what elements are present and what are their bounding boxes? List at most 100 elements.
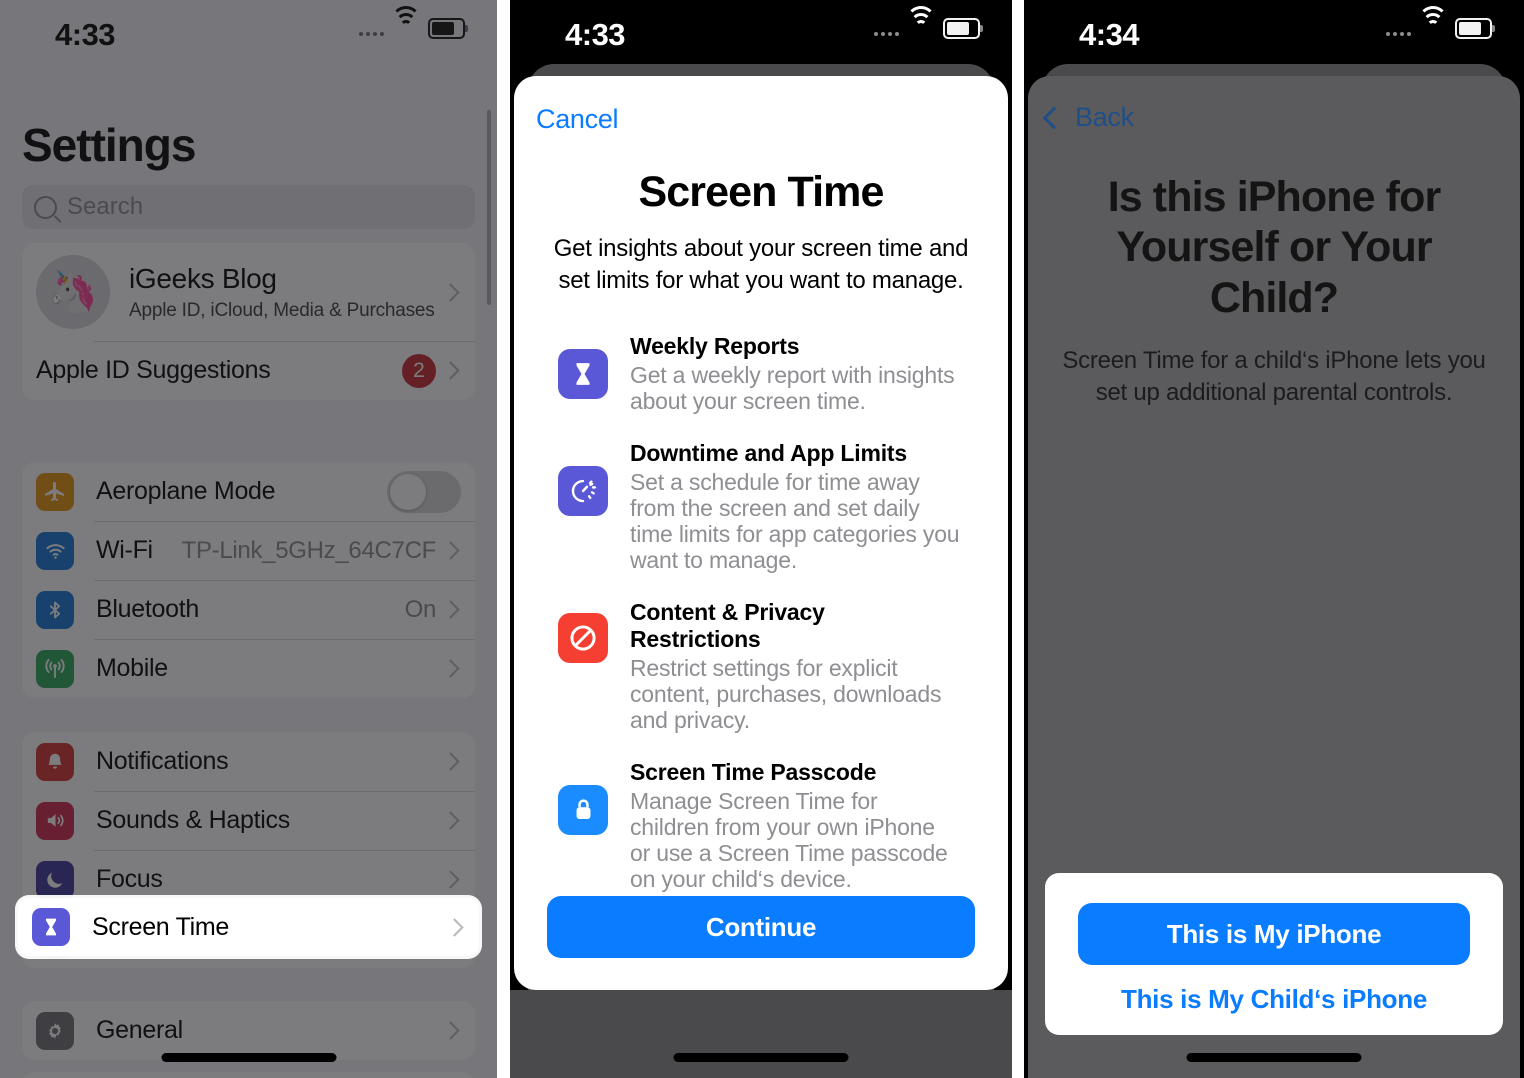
home-indicator [1186, 1053, 1362, 1062]
back-button[interactable]: Back [1042, 102, 1134, 133]
connectivity-group: Aeroplane Mode Wi-Fi TP-Link_5GHz_64C7CF… [22, 462, 475, 698]
bluetooth-icon [36, 590, 74, 629]
speaker-icon [36, 801, 74, 840]
feature-title: Downtime and App Limits [630, 439, 907, 466]
cancel-button[interactable]: Cancel [536, 104, 619, 135]
battery-icon [428, 18, 468, 39]
hourglass-icon [32, 908, 70, 946]
moon-icon [36, 860, 74, 899]
unicorn-avatar: 🦄 [48, 270, 98, 314]
sidebar-item-label: Bluetooth [96, 595, 199, 623]
sidebar-item-label: Mobile [96, 654, 168, 682]
feature-body: Get a weekly report with insights about … [630, 361, 955, 414]
apple-id-suggestions-row[interactable]: Apple ID Suggestions 2 [22, 341, 475, 400]
signal-dots-icon [359, 22, 384, 36]
lock-icon [558, 784, 608, 835]
highlighted-row-label: Screen Time [92, 912, 230, 941]
back-button-label: Back [1075, 102, 1134, 132]
battery-icon [943, 18, 983, 39]
status-time: 4:34 [1079, 17, 1140, 52]
feature-list: Weekly Reports Get a weekly report with … [514, 333, 1008, 892]
sidebar-item-notifications[interactable]: Notifications [22, 732, 475, 791]
choice-button-card: This is My iPhone This is My Child‘s iPh… [1045, 873, 1503, 1035]
this-is-my-iphone-button[interactable]: This is My iPhone [1078, 903, 1470, 965]
sidebar-item-mobile[interactable]: Mobile [22, 639, 475, 698]
sidebar-item-general[interactable]: General [22, 1001, 475, 1060]
sidebar-item-label: General [96, 1016, 183, 1044]
sidebar-item-bluetooth[interactable]: Bluetooth On [22, 580, 475, 639]
bluetooth-value: On [404, 595, 437, 623]
sheet-subtitle: Screen Time for a child‘s iPhone lets yo… [1062, 346, 1486, 406]
chevron-right-icon [441, 811, 460, 830]
home-indicator [161, 1053, 336, 1062]
search-input[interactable]: Search [22, 185, 475, 229]
chevron-right-icon [441, 870, 460, 889]
chevron-right-icon [441, 541, 460, 560]
wifi-icon [391, 6, 421, 38]
sidebar-item-label: Aeroplane Mode [96, 477, 276, 505]
feature-downtime-app-limits: Downtime and App Limits Set a schedule f… [558, 440, 960, 573]
partial-group [22, 1072, 475, 1078]
status-badge: 2 [402, 353, 436, 388]
this-is-my-childs-iphone-button[interactable]: This is My Child‘s iPhone [1078, 977, 1470, 1021]
feature-screen-time-passcode: Screen Time Passcode Manage Screen Time … [558, 759, 960, 892]
sheet-bottom-fill [510, 990, 1012, 1078]
continue-button[interactable]: Continue [547, 896, 975, 958]
feature-weekly-reports: Weekly Reports Get a weekly report with … [558, 333, 960, 414]
feature-title: Content & Privacy Restrictions [630, 598, 825, 652]
account-name: iGeeks Blog [129, 262, 277, 294]
wifi-icon [36, 531, 74, 570]
chevron-right-icon [441, 752, 460, 771]
account-group: 🦄 iGeeks Blog Apple ID, iCloud, Media & … [22, 243, 475, 400]
phone-panel-screen-time-intro: Cancel Screen Time Get insights about yo… [510, 0, 1012, 1078]
aeroplane-mode-toggle[interactable] [387, 470, 461, 513]
account-subtitle: Apple ID, iCloud, Media & Purchases [129, 299, 435, 321]
feature-body: Set a schedule for time away from the sc… [630, 468, 960, 573]
general-group: General [22, 1001, 475, 1060]
sidebar-item-wifi[interactable]: Wi-Fi TP-Link_5GHz_64C7CF [22, 521, 475, 580]
sidebar-item-aeroplane-mode[interactable]: Aeroplane Mode [22, 462, 475, 521]
scrollbar[interactable] [487, 110, 491, 305]
chevron-left-icon [1042, 106, 1066, 129]
sidebar-item-label: Focus [96, 865, 163, 893]
feature-content-privacy: Content & Privacy Restrictions Restrict … [558, 599, 960, 733]
chevron-right-icon [441, 1021, 460, 1040]
sheet-subtitle: Get insights about your screen time and … [553, 235, 969, 294]
sidebar-item-label: Notifications [96, 747, 229, 775]
sidebar-item-sounds-haptics[interactable]: Sounds & Haptics [22, 791, 475, 850]
airplane-icon [36, 472, 74, 511]
phone-panel-settings: Settings Search 🦄 iGeeks Blog Apple ID, … [0, 0, 497, 1078]
signal-dots-icon [874, 22, 899, 36]
home-indicator [673, 1053, 849, 1062]
chevron-right-icon [441, 659, 460, 678]
screen-time-sheet: Cancel Screen Time Get insights about yo… [514, 76, 1008, 990]
feature-title: Screen Time Passcode [630, 758, 877, 785]
feature-body: Restrict settings for explicit content, … [630, 654, 942, 733]
apple-id-suggestions-label: Apple ID Suggestions [36, 356, 271, 384]
sidebar-item-label: Sounds & Haptics [96, 806, 290, 834]
signal-dots-icon [1386, 22, 1411, 36]
highlighted-screen-time-row[interactable]: Screen Time [18, 898, 479, 956]
status-bar: 4:33 [510, 0, 1012, 66]
feature-title: Weekly Reports [630, 332, 800, 359]
sidebar-item-partial[interactable] [22, 1072, 475, 1078]
downtime-icon [558, 465, 608, 516]
status-bar: 4:34 [1024, 0, 1524, 66]
status-time: 4:33 [55, 17, 116, 52]
sheet-title: Is this iPhone for Yourself or Your Chil… [1107, 173, 1442, 322]
wifi-value: TP-Link_5GHz_64C7CF [181, 536, 437, 564]
hourglass-icon [558, 348, 608, 399]
chevron-right-icon [441, 600, 460, 619]
search-icon [34, 195, 57, 219]
battery-icon [1455, 18, 1495, 39]
search-placeholder: Search [67, 193, 144, 220]
sheet-title: Screen Time [638, 168, 884, 216]
wifi-icon [1418, 6, 1448, 38]
cellular-icon [36, 649, 74, 688]
sidebar-item-label: Wi-Fi [96, 536, 153, 564]
gear-icon [36, 1011, 74, 1050]
status-bar: 4:33 [0, 0, 497, 66]
status-time: 4:33 [565, 17, 626, 52]
chevron-right-icon [441, 282, 460, 302]
account-row[interactable]: 🦄 iGeeks Blog Apple ID, iCloud, Media & … [22, 243, 475, 341]
